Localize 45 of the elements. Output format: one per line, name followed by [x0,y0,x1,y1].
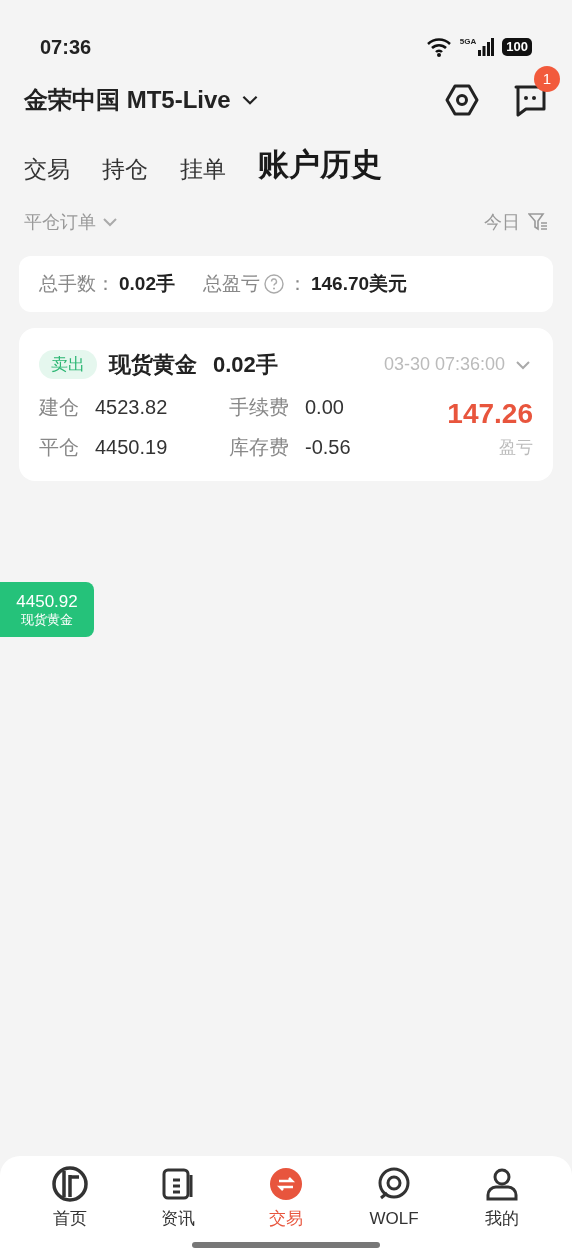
field-value: 0.00 [305,395,344,420]
total-lots: 0.02手 [119,271,175,296]
signal-icon [478,38,495,56]
pnl-label: 总盈亏 [203,271,260,296]
filter-icon[interactable] [528,212,548,232]
target-icon [377,1167,411,1201]
status-time: 07:36 [40,35,92,60]
tab[interactable]: 持仓 [102,151,148,188]
nav-item[interactable]: 首页 [16,1164,124,1260]
user-icon [485,1167,519,1201]
order-time: 03-30 07:36:00 [383,353,505,376]
exchange-icon [269,1167,303,1201]
profit-label: 盈亏 [499,437,533,459]
notification-badge: 1 [534,66,560,92]
network-type: 5GA [459,38,477,46]
side-tag: 卖出 [39,349,97,380]
field-label: 库存费 [229,435,289,460]
profit-value: 147.26 [447,397,533,431]
order-lots: 0.02手 [213,351,278,379]
total-pnl: 146.70美元 [311,271,408,296]
nav-item[interactable]: 资讯 [124,1164,232,1260]
symbol-name: 现货黄金 [109,351,197,379]
field-value: -0.56 [305,435,351,460]
tab[interactable]: 交易 [24,151,70,188]
price-value: 4450.92 [16,590,78,612]
field-label: 手续费 [229,395,289,420]
wifi-icon [425,37,452,57]
tab[interactable]: 账户历史 [258,141,382,188]
logo-icon [51,1165,89,1203]
price-symbol: 现货黄金 [21,612,73,629]
field-label: 平仓 [39,435,79,460]
field-label: 建仓 [39,395,79,420]
account-selector[interactable]: 金荣中国 MT5-Live [24,82,261,118]
field-value: 4450.19 [95,435,168,460]
battery-indicator: 100 [502,38,532,56]
order-card[interactable]: 卖出 现货黄金 0.02手 03-30 07:36:00 建仓 4523.82 手续费 0.00 平仓 4450.19 库存费 -0.56 147.26 盈亏 [19,328,553,481]
tab[interactable]: 挂单 [180,151,226,188]
settings-icon[interactable] [444,82,480,118]
nav-item[interactable]: 交易 [232,1164,340,1260]
nav-item[interactable]: 我的 [448,1164,556,1260]
lots-label: 总手数： [39,271,115,296]
nav-item[interactable]: WOLF [340,1164,448,1260]
news-icon [161,1167,195,1201]
pnl-colon: ： [288,271,307,296]
field-value: 4523.82 [95,395,168,420]
